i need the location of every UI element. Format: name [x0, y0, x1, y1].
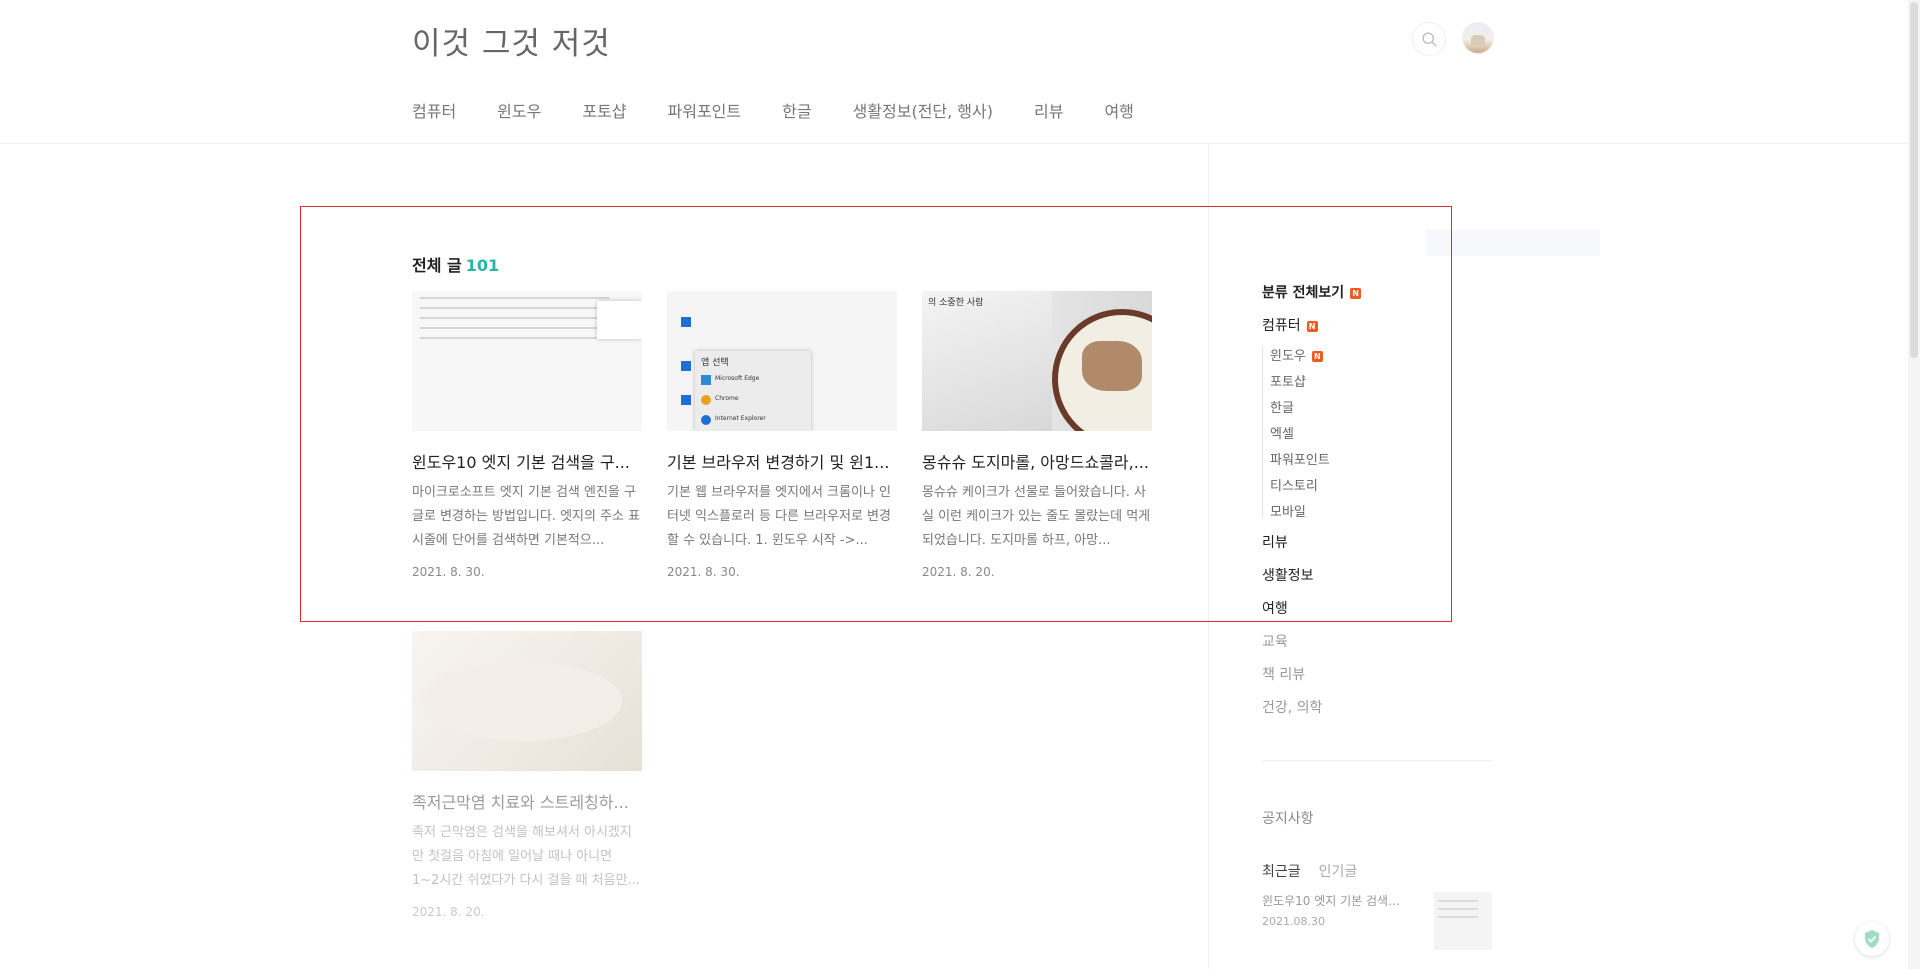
category-computer-label: 컴퓨터 — [1262, 318, 1301, 334]
post-title[interactable]: 몽슈슈 도지마롤, 아망드쇼콜라,... — [922, 449, 1152, 473]
category-windows-label: 윈도우 — [1270, 349, 1306, 364]
post-excerpt: 몽슈슈 케이크가 선물로 들어왔습니다. 사실 이런 케이크가 있는 줄도 몰랐… — [922, 485, 1151, 548]
nav-item-powerpoint[interactable]: 파워포인트 — [668, 98, 742, 122]
post-thumbnail[interactable] — [412, 291, 642, 431]
category-travel[interactable]: 여행 — [1262, 598, 1288, 618]
nav-item-computer[interactable]: 컴퓨터 — [412, 98, 456, 122]
shield-icon — [1865, 930, 1879, 948]
recent-post-date: 2021.08.30 — [1262, 915, 1325, 928]
post-excerpt: 기본 웹 브라우저를 엣지에서 크롬이나 인터넷 익스플로러 등 다른 브라우저… — [667, 485, 891, 548]
post-excerpt: 족저 근막염은 검색을 해보셔서 아시겠지만 첫걸음 아침에 일어날 때나 아니… — [412, 825, 640, 888]
search-icon — [1421, 31, 1437, 47]
header-divider — [0, 143, 1908, 144]
category-book-review[interactable]: 책 리뷰 — [1262, 664, 1305, 684]
thumb-item: Microsoft Edge — [715, 375, 760, 382]
category-all-label: 분류 전체보기 — [1262, 285, 1345, 301]
thumb-item: Internet Explorer — [715, 415, 766, 422]
sidebar-separator — [1262, 760, 1492, 761]
recent-popular-tabs: 최근글 인기글 — [1262, 861, 1357, 881]
post-card[interactable]: 족저근막염 치료와 스트레칭하... 족저 근막염은 검색을 해보셔서 아시겠지… — [412, 631, 642, 919]
post-date: 2021. 8. 30. — [667, 565, 740, 579]
avatar[interactable] — [1462, 22, 1494, 54]
post-date: 2021. 8. 20. — [412, 905, 485, 919]
post-title[interactable]: 기본 브라우저 변경하기 및 윈1... — [667, 449, 897, 473]
category-mobile[interactable]: 모바일 — [1270, 501, 1306, 520]
recent-post-title[interactable]: 윈도우10 엣지 기본 검색… — [1262, 892, 1412, 909]
nav-item-review[interactable]: 리뷰 — [1034, 98, 1063, 122]
post-thumbnail[interactable]: 앱 선택 Microsoft Edge Chrome Internet Expl… — [667, 291, 897, 431]
category-hangul[interactable]: 한글 — [1270, 397, 1294, 416]
subcategory-guide-line — [1262, 346, 1263, 518]
category-life-info[interactable]: 생활정보 — [1262, 565, 1314, 585]
post-thumbnail[interactable]: 의 소중한 사람 — [922, 291, 1152, 431]
scrollbar-thumb[interactable] — [1910, 2, 1918, 358]
post-count: 101 — [465, 256, 500, 275]
section-title: 전체 글 101 — [412, 252, 499, 276]
post-title[interactable]: 족저근막염 치료와 스트레칭하... — [412, 789, 642, 813]
post-date: 2021. 8. 30. — [412, 565, 485, 579]
new-badge: N — [1350, 287, 1362, 299]
nav-item-travel[interactable]: 여행 — [1104, 98, 1133, 122]
main-nav: 컴퓨터 윈도우 포토샵 파워포인트 한글 생활정보(전단, 행사) 리뷰 여행 — [412, 98, 1175, 122]
category-computer[interactable]: 컴퓨터 N — [1262, 315, 1318, 335]
site-title[interactable]: 이것 그것 저것 — [412, 18, 611, 63]
category-windows[interactable]: 윈도우 N — [1270, 345, 1323, 364]
category-photoshop[interactable]: 포토샵 — [1270, 371, 1306, 390]
tab-popular[interactable]: 인기글 — [1319, 864, 1358, 880]
security-shield-button[interactable] — [1855, 922, 1889, 956]
new-badge: N — [1311, 351, 1323, 362]
section-title-label: 전체 글 — [412, 256, 462, 275]
category-all[interactable]: 분류 전체보기 N — [1262, 282, 1362, 302]
recent-post-thumbnail[interactable] — [1434, 892, 1492, 950]
category-health[interactable]: 건강, 의학 — [1262, 697, 1322, 717]
post-title[interactable]: 윈도우10 엣지 기본 검색을 구... — [412, 449, 642, 473]
sidebar-search-input[interactable] — [1426, 230, 1600, 256]
post-thumbnail[interactable] — [412, 631, 642, 771]
thumb-caption: 의 소중한 사람 — [928, 298, 984, 308]
category-review[interactable]: 리뷰 — [1262, 532, 1288, 552]
sidebar-divider — [1208, 144, 1209, 969]
category-education[interactable]: 교육 — [1262, 631, 1288, 651]
new-badge: N — [1306, 320, 1318, 332]
post-card[interactable]: 앱 선택 Microsoft Edge Chrome Internet Expl… — [667, 291, 897, 579]
category-powerpoint[interactable]: 파워포인트 — [1270, 449, 1330, 468]
post-excerpt: 마이크로소프트 엣지 기본 검색 엔진을 구글로 변경하는 방법입니다. 엣지의… — [412, 485, 641, 548]
search-button[interactable] — [1412, 22, 1446, 56]
nav-item-windows[interactable]: 윈도우 — [497, 98, 541, 122]
category-tistory[interactable]: 티스토리 — [1270, 475, 1318, 494]
nav-item-life-info[interactable]: 생활정보(전단, 행사) — [853, 98, 993, 122]
nav-item-photoshop[interactable]: 포토샵 — [582, 98, 626, 122]
post-card[interactable]: 의 소중한 사람 몽슈슈 도지마롤, 아망드쇼콜라,... 몽슈슈 케이크가 선… — [922, 291, 1152, 579]
nav-item-hangul[interactable]: 한글 — [782, 98, 811, 122]
tab-recent[interactable]: 최근글 — [1262, 864, 1301, 880]
post-card[interactable]: 윈도우10 엣지 기본 검색을 구... 마이크로소프트 엣지 기본 검색 엔진… — [412, 291, 642, 579]
category-excel[interactable]: 엑셀 — [1270, 423, 1294, 442]
thumb-menu-title: 앱 선택 — [701, 358, 729, 368]
post-date: 2021. 8. 20. — [922, 565, 995, 579]
notice-heading[interactable]: 공지사항 — [1262, 808, 1314, 828]
thumb-item: Chrome — [715, 395, 739, 402]
